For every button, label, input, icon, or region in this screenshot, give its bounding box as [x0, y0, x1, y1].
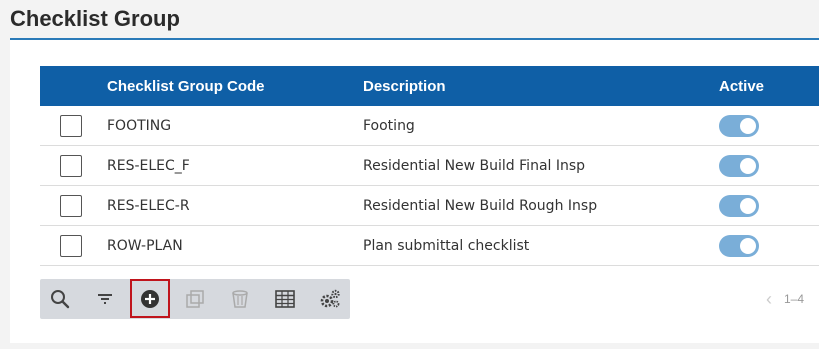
- pager: ‹ 1–4: [766, 288, 804, 310]
- cell-code: ROW-PLAN: [107, 237, 183, 254]
- row-checkbox[interactable]: [60, 114, 82, 137]
- table-row[interactable]: RES-ELEC-R Residential New Build Rough I…: [40, 186, 819, 226]
- active-toggle[interactable]: [719, 114, 759, 137]
- cell-code: RES-ELEC-R: [107, 197, 190, 214]
- settings-gears-icon: [319, 289, 341, 309]
- cell-description: Residential New Build Final Insp: [363, 157, 586, 174]
- filter-button[interactable]: [85, 279, 125, 319]
- table-row[interactable]: RES-ELEC_F Residential New Build Final I…: [40, 146, 819, 186]
- grid-toolbar: [40, 279, 350, 319]
- cell-description: Footing: [363, 117, 415, 134]
- page-title: Checklist Group: [10, 6, 180, 31]
- delete-button[interactable]: [220, 279, 260, 319]
- column-header-active[interactable]: Active: [719, 66, 764, 106]
- settings-button[interactable]: [310, 279, 350, 319]
- copy-button[interactable]: [175, 279, 215, 319]
- grid-layout-icon: [275, 290, 295, 308]
- active-toggle[interactable]: [719, 234, 759, 257]
- column-header-description[interactable]: Description: [363, 66, 446, 106]
- add-button[interactable]: [130, 279, 170, 318]
- column-layout-button[interactable]: [265, 279, 305, 319]
- table-row[interactable]: ROW-PLAN Plan submittal checklist: [40, 226, 819, 266]
- filter-icon: [96, 292, 114, 306]
- trash-icon: [231, 289, 249, 309]
- table-row[interactable]: FOOTING Footing: [40, 106, 819, 146]
- row-checkbox[interactable]: [60, 154, 82, 177]
- cell-code: RES-ELEC_F: [107, 157, 190, 174]
- search-button[interactable]: [40, 279, 80, 319]
- row-checkbox[interactable]: [60, 234, 82, 257]
- add-circle-icon: [140, 289, 160, 309]
- checklist-group-grid: Checklist Group Code Description Active …: [40, 66, 819, 266]
- chevron-left-icon[interactable]: ‹: [766, 289, 772, 310]
- copy-icon: [185, 289, 205, 309]
- column-header-code[interactable]: Checklist Group Code: [107, 66, 265, 106]
- active-toggle[interactable]: [719, 194, 759, 217]
- grid-header: Checklist Group Code Description Active: [40, 66, 819, 106]
- pager-range: 1–4: [784, 292, 805, 306]
- cell-description: Residential New Build Rough Insp: [363, 197, 598, 214]
- row-checkbox[interactable]: [60, 194, 82, 217]
- search-icon: [50, 289, 70, 309]
- active-toggle[interactable]: [719, 154, 759, 177]
- cell-description: Plan submittal checklist: [363, 237, 530, 254]
- cell-code: FOOTING: [107, 117, 172, 134]
